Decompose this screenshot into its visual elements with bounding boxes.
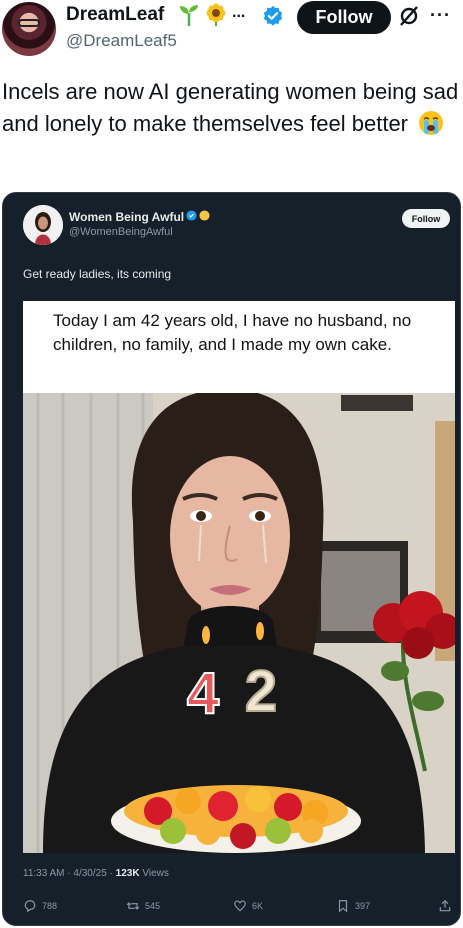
bookmark-button[interactable]: 397: [336, 899, 370, 913]
name-ellipsis: ...: [232, 4, 246, 21]
display-name[interactable]: DreamLeaf: [66, 4, 164, 26]
tweet-text: Incels are now AI generating women being…: [2, 76, 460, 140]
repost-count: 545: [145, 901, 161, 911]
quoted-avatar-art: [23, 205, 63, 245]
tweet-text-content: Incels are now AI generating women being…: [2, 79, 459, 136]
reply-button[interactable]: 788: [23, 899, 57, 913]
tweet-time[interactable]: 11:33 AM: [23, 868, 65, 879]
sprout-icon: [180, 5, 198, 26]
verified-icon: [263, 5, 283, 26]
more-icon[interactable]: ···: [430, 5, 451, 26]
like-button[interactable]: 6K: [233, 899, 263, 913]
gold-badge-icon: [199, 210, 210, 221]
share-icon: [439, 899, 451, 912]
share-button[interactable]: [438, 899, 452, 913]
views-count: 123K: [115, 868, 140, 879]
handle[interactable]: @DreamLeaf5: [66, 31, 177, 51]
grok-icon[interactable]: [398, 5, 420, 27]
quoted-handle[interactable]: @WomenBeingAwful: [69, 226, 173, 238]
quoted-display-name[interactable]: Women Being Awful: [69, 210, 184, 224]
tweet-header: DreamLeaf ... Follow ··· @DreamLeaf5: [0, 0, 463, 60]
quoted-avatar[interactable]: [23, 205, 63, 245]
reply-icon: [24, 900, 36, 913]
quoted-tweet-card[interactable]: Women Being Awful @WomenBeingAwful Follo…: [2, 192, 461, 926]
like-count: 6K: [252, 901, 264, 911]
bookmark-icon: [338, 900, 348, 913]
sunflower-icon: [206, 3, 226, 26]
image-caption: Today I am 42 years old, I have no husba…: [53, 311, 412, 354]
avatar[interactable]: [2, 2, 56, 56]
crying-face-emoji: [419, 111, 444, 135]
repost-button[interactable]: 545: [126, 899, 160, 913]
quoted-verified-icon: [186, 210, 197, 221]
quoted-tweet-image[interactable]: 4 2 Today I am 42 years old, I have no h…: [23, 301, 455, 853]
reply-count: 788: [42, 901, 58, 911]
tweet-meta: 11:33 AM · 4/30/25 · 123K Views: [23, 868, 169, 879]
candle-digit-2: 2: [245, 659, 277, 724]
quoted-tweet-text: Get ready ladies, its coming: [23, 267, 172, 281]
action-bar: 788 545 6K 397: [23, 899, 453, 919]
quoted-follow-button[interactable]: Follow: [402, 209, 450, 228]
like-icon: [234, 900, 246, 912]
repost-icon: [126, 902, 140, 910]
avatar-glasses: [18, 19, 40, 27]
candle-digit-4: 4: [187, 661, 219, 726]
views-label: Views: [142, 868, 169, 879]
tweet-date[interactable]: 4/30/25: [73, 868, 106, 879]
image-caption-box: Today I am 42 years old, I have no husba…: [23, 301, 455, 393]
follow-button[interactable]: Follow: [297, 1, 391, 34]
bookmark-count: 397: [355, 901, 371, 911]
